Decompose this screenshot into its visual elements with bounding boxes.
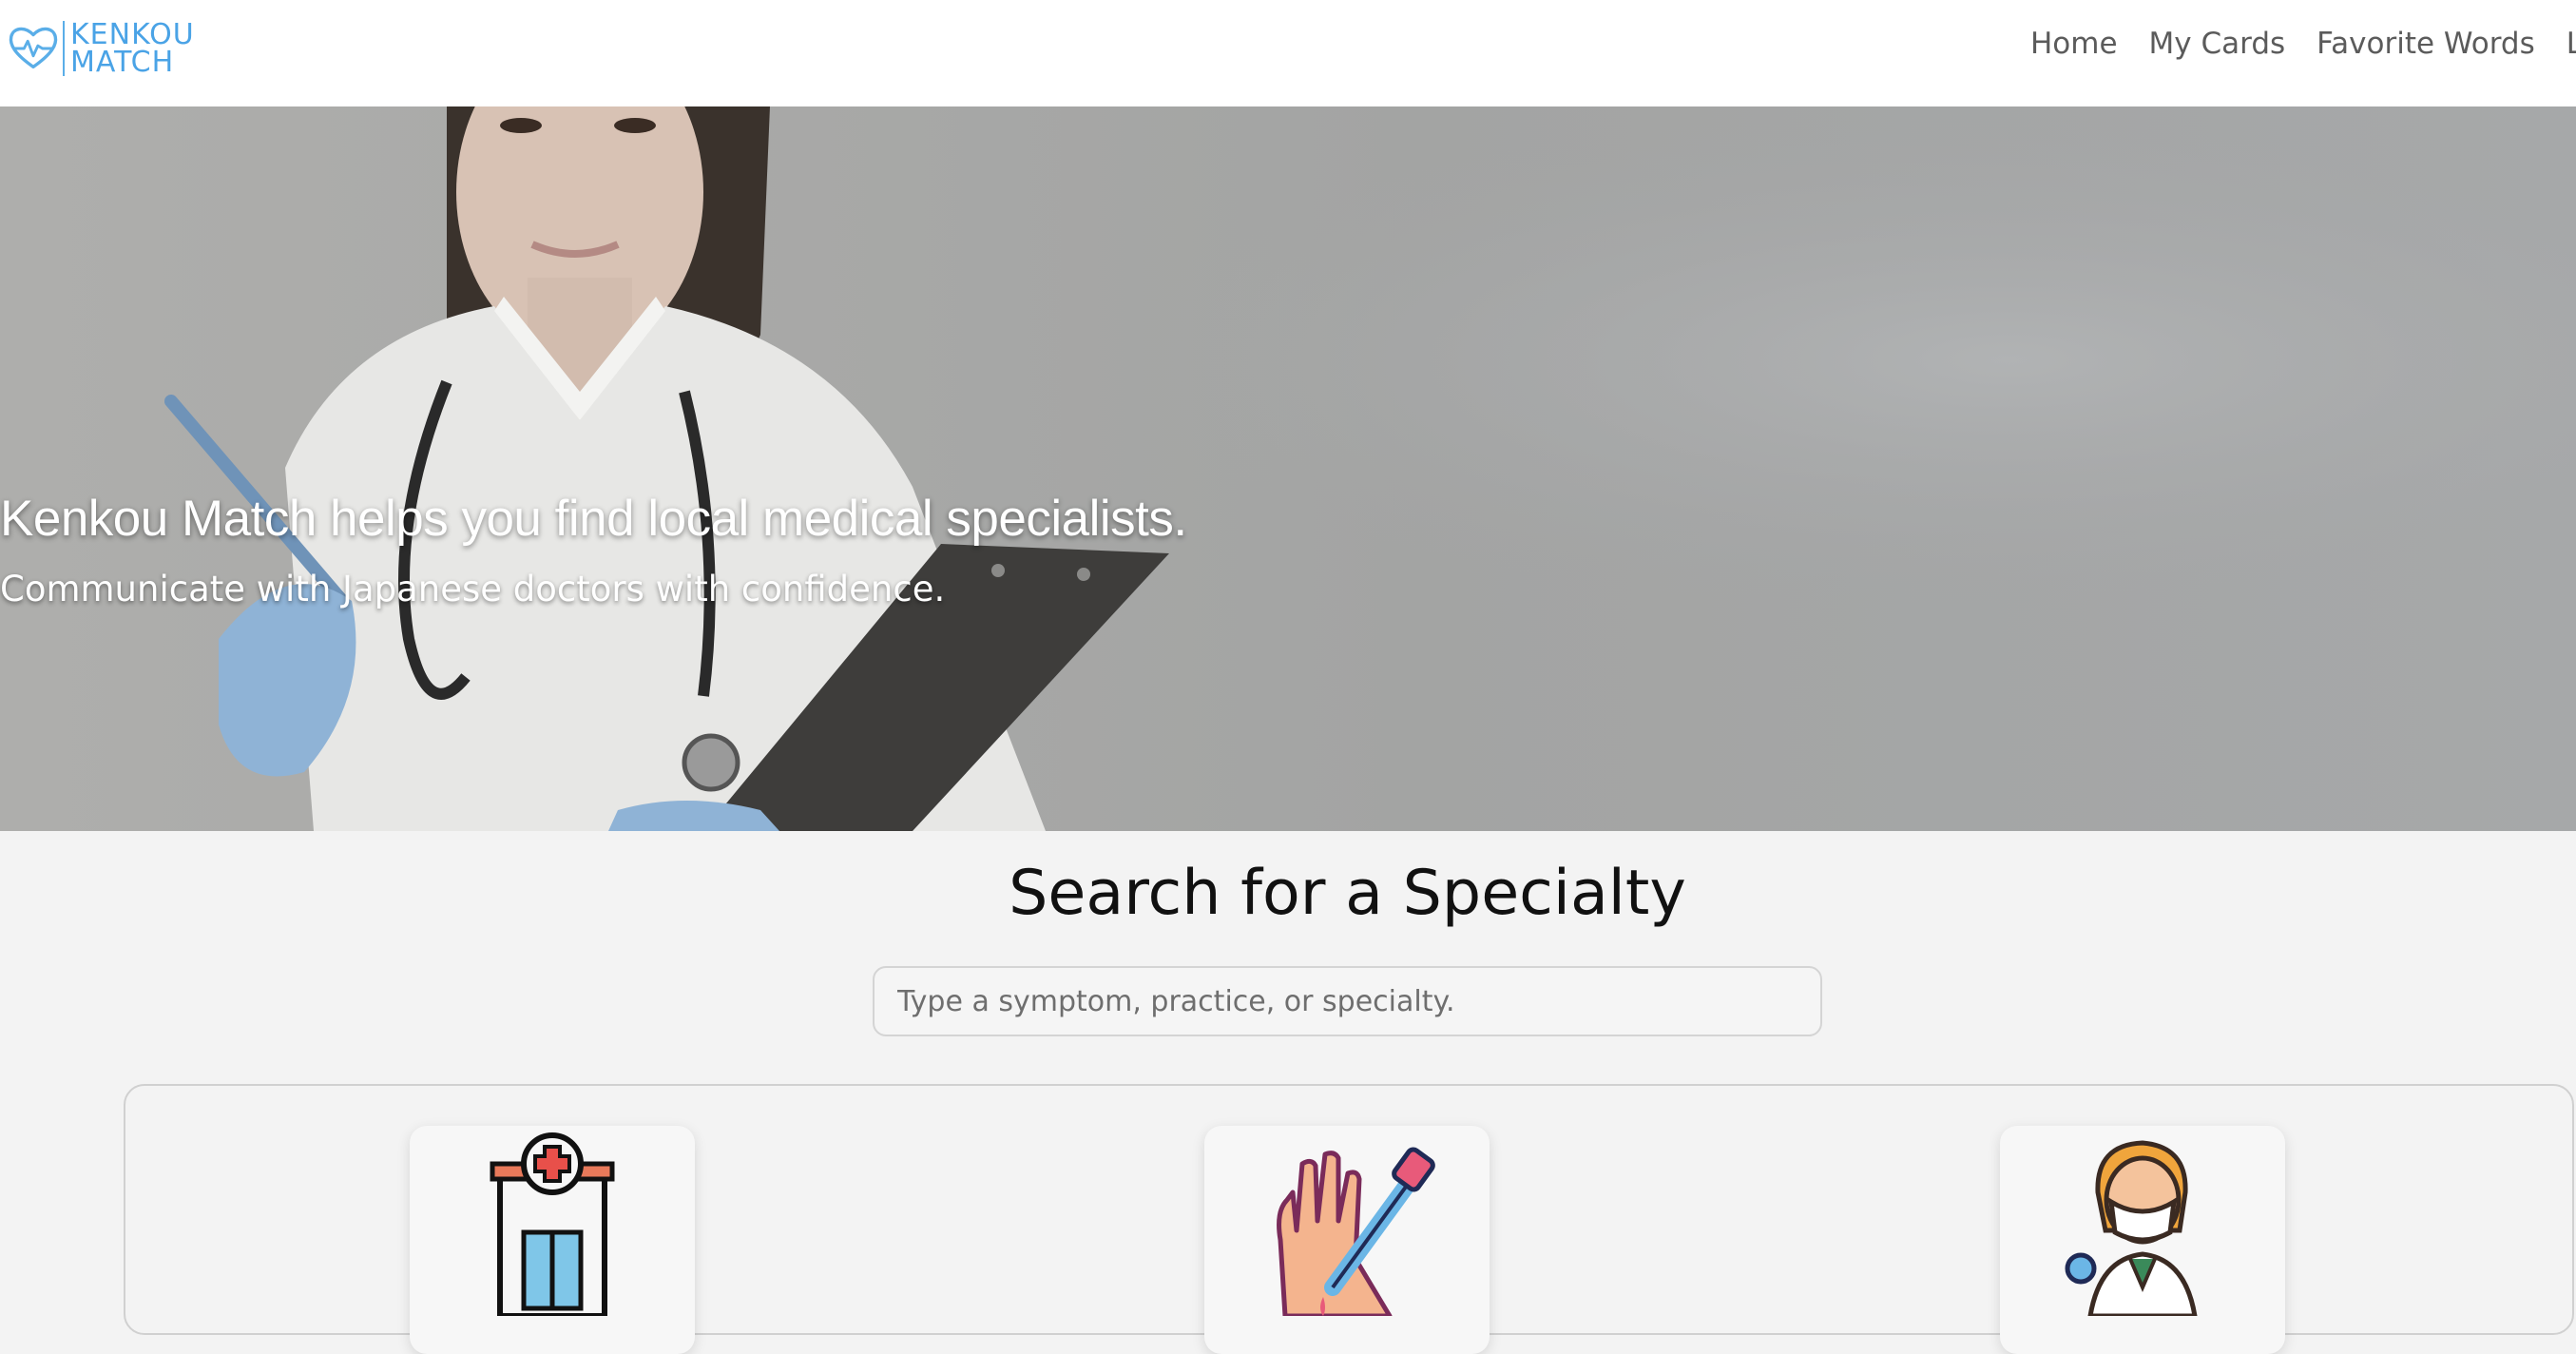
specialty-card-blood-test[interactable]	[1204, 1126, 1490, 1354]
search-input[interactable]	[873, 966, 1822, 1036]
nav-cutoff-link[interactable]: L	[2566, 27, 2576, 61]
specialty-card-hospital[interactable]	[410, 1126, 695, 1354]
nav-my-cards-link[interactable]: My Cards	[2149, 27, 2286, 61]
nav-links: Home My Cards Favorite Words L	[2030, 27, 2576, 61]
logo[interactable]: KENKOU MATCH	[6, 18, 195, 79]
hero-title: Kenkou Match helps you find local medica…	[0, 491, 1187, 547]
nav-favorite-words-link[interactable]: Favorite Words	[2316, 27, 2535, 61]
doctor-icon	[2065, 1140, 2198, 1316]
logo-line-1: KENKOU	[70, 18, 195, 51]
logo-line-2: MATCH	[70, 46, 175, 79]
navbar: KENKOU MATCH Home My Cards Favorite Word…	[0, 0, 2576, 107]
hero-subtitle: Communicate with Japanese doctors with c…	[0, 569, 946, 609]
hospital-icon	[490, 1132, 615, 1316]
specialty-card-doctor[interactable]	[2000, 1126, 2285, 1354]
search-section-title: Search for a Specialty	[1009, 858, 1686, 929]
doctor-photo	[0, 106, 2576, 831]
heart-pulse-icon	[9, 27, 58, 69]
blood-test-icon	[1277, 1147, 1435, 1316]
hero-banner: Kenkou Match helps you find local medica…	[0, 106, 2576, 831]
logo-text: KENKOU MATCH	[63, 18, 195, 79]
nav-home-link[interactable]: Home	[2030, 27, 2118, 61]
